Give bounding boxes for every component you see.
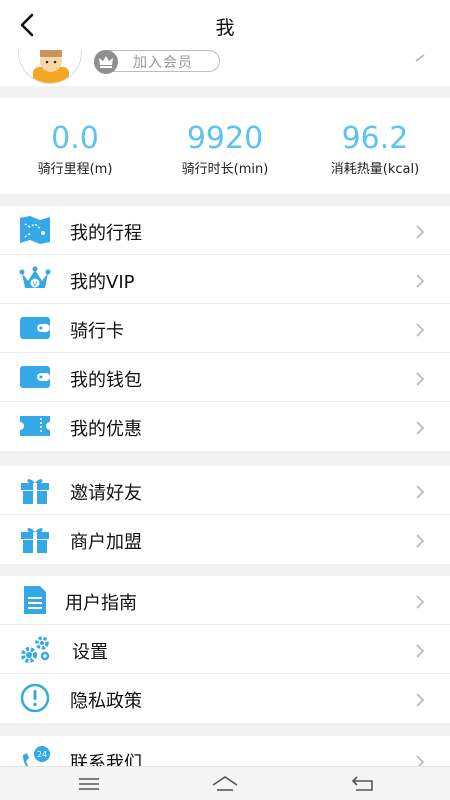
- stat-duration-value: 9920: [186, 121, 264, 156]
- menu-item-label: 商户加盟: [70, 532, 142, 553]
- stat-distance-value: 0.0: [51, 121, 99, 156]
- chevron-right-icon: [414, 50, 426, 62]
- menu-item-settings[interactable]: 设置: [0, 625, 450, 674]
- system-nav-bar: [0, 766, 450, 800]
- gift-icon: [19, 475, 51, 505]
- chevron-right-icon: [414, 322, 426, 337]
- menu-item-my-wallet[interactable]: 我的钱包: [0, 353, 450, 402]
- coupon-icon: [19, 411, 51, 441]
- menu-item-my-trips[interactable]: 我的行程: [0, 206, 450, 255]
- menu-item-label: 隐私政策: [70, 691, 142, 712]
- menu-group-contact: 24 联系我们: [0, 736, 450, 766]
- menu-item-label: 我的行程: [70, 223, 142, 244]
- back-icon[interactable]: [348, 773, 378, 795]
- stat-duration-label: 骑行时长(min): [181, 162, 269, 177]
- support-badge: 24: [37, 750, 47, 759]
- menu-icon[interactable]: [74, 773, 104, 795]
- gift-icon: [19, 524, 51, 554]
- menu-item-merchant-join[interactable]: 商户加盟: [0, 515, 450, 564]
- crown-icon: [94, 50, 118, 74]
- page-title: 我: [215, 17, 235, 39]
- info-icon: [19, 683, 51, 713]
- menu-item-label: 邀请好友: [70, 483, 142, 504]
- menu-item-label: 用户指南: [65, 593, 137, 614]
- chevron-right-icon: [414, 643, 426, 658]
- menu-item-contact-us[interactable]: 24 联系我们: [0, 736, 450, 766]
- gears-icon: [19, 634, 51, 664]
- svg-text:V: V: [33, 280, 38, 288]
- avatar[interactable]: [18, 50, 82, 84]
- menu-item-label: 我的优惠: [70, 419, 142, 440]
- menu-item-privacy-policy[interactable]: 隐私政策: [0, 674, 450, 723]
- chevron-right-icon: [414, 420, 426, 435]
- stat-distance: 0.0 骑行里程(m): [0, 121, 150, 178]
- document-icon: [19, 585, 51, 615]
- crown-icon: V: [19, 264, 51, 294]
- menu-item-label: 骑行卡: [70, 321, 124, 342]
- menu-item-user-guide[interactable]: 用户指南: [0, 576, 450, 625]
- riding-stats: 0.0 骑行里程(m) 9920 骑行时长(min) 96.2 消耗热量(kca…: [0, 98, 450, 194]
- support-24-icon: 24: [19, 745, 51, 766]
- card-icon: [19, 313, 51, 343]
- menu-item-label: 我的VIP: [70, 272, 135, 293]
- chevron-right-icon: [414, 754, 426, 766]
- menu-item-label: 设置: [72, 642, 108, 663]
- chevron-right-icon: [414, 484, 426, 499]
- stat-distance-label: 骑行里程(m): [37, 162, 113, 177]
- chevron-right-icon: [414, 224, 426, 239]
- wallet-icon: [19, 362, 51, 392]
- join-vip-badge[interactable]: 加入会员: [94, 50, 220, 74]
- menu-item-my-coupons[interactable]: 我的优惠: [0, 402, 450, 451]
- app-header: 我: [0, 0, 450, 50]
- chevron-right-icon: [414, 594, 426, 609]
- stat-duration: 9920 骑行时长(min): [150, 121, 300, 178]
- menu-item-my-vip[interactable]: V 我的VIP: [0, 255, 450, 304]
- map-icon: [19, 215, 51, 245]
- chevron-right-icon: [414, 533, 426, 548]
- chevron-right-icon: [414, 273, 426, 288]
- menu-item-invite-friends[interactable]: 邀请好友: [0, 466, 450, 515]
- join-vip-label: 加入会员: [133, 55, 193, 71]
- stat-calories-value: 96.2: [341, 121, 409, 156]
- menu-item-riding-card[interactable]: 骑行卡: [0, 304, 450, 353]
- menu-item-label: 我的钱包: [70, 370, 142, 391]
- menu-group-help: 用户指南 设置 隐私政策: [0, 576, 450, 723]
- menu-item-label: 联系我们: [70, 753, 142, 766]
- stat-calories: 96.2 消耗热量(kcal): [300, 121, 450, 178]
- menu-group-partners: 邀请好友 商户加盟: [0, 466, 450, 564]
- stat-calories-label: 消耗热量(kcal): [330, 162, 420, 177]
- home-icon[interactable]: [210, 773, 240, 795]
- chevron-right-icon: [414, 371, 426, 386]
- profile-section[interactable]: 加入会员: [0, 50, 450, 86]
- chevron-right-icon: [414, 692, 426, 707]
- menu-group-account: 我的行程 V 我的VIP 骑行卡 我的钱包 我的优惠: [0, 206, 450, 451]
